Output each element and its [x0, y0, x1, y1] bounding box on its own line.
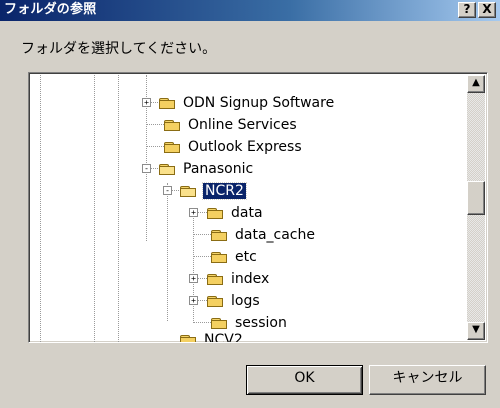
tree-item-session[interactable]: session: [235, 315, 287, 331]
tree-item-ncr2[interactable]: NCR2: [202, 182, 247, 200]
scroll-up-button[interactable]: ▲: [467, 75, 485, 93]
folder-icon: [207, 272, 225, 285]
tree-item-data-cache[interactable]: data_cache: [235, 227, 315, 243]
cancel-button[interactable]: キャンセル: [369, 365, 486, 395]
tree-item-ncv2[interactable]: NCV2: [204, 332, 243, 342]
tree-connector: [193, 322, 211, 323]
instruction-text: フォルダを選択してください。: [21, 41, 217, 57]
tree-item-index[interactable]: index: [231, 271, 269, 287]
scroll-thumb[interactable]: [467, 181, 485, 215]
folder-tree-content: + ODN Signup Software Online Services Ou…: [31, 75, 467, 342]
collapse-button[interactable]: -: [163, 186, 172, 195]
folder-icon: [164, 118, 182, 131]
ok-button[interactable]: OK: [246, 365, 363, 395]
tree-item-data[interactable]: data: [231, 205, 263, 221]
expand-button[interactable]: +: [142, 98, 151, 107]
vertical-scrollbar[interactable]: ▲ ▼: [467, 75, 485, 340]
folder-browser-dialog: フォルダの参照 ? X フォルダを選択してください。 + ODN Signup …: [0, 0, 500, 408]
folder-icon: [207, 206, 225, 219]
window-title: フォルダの参照: [4, 2, 97, 17]
help-button[interactable]: ?: [458, 2, 476, 18]
expand-button[interactable]: +: [189, 208, 198, 217]
tree-guide-line: [94, 75, 95, 342]
folder-icon: [164, 140, 182, 153]
tree-guide-line: [167, 183, 168, 321]
tree-connector: [146, 146, 164, 147]
tree-item-logs[interactable]: logs: [231, 293, 260, 309]
title-bar[interactable]: フォルダの参照 ? X: [0, 0, 500, 21]
folder-icon: [159, 96, 177, 109]
folder-icon: [207, 294, 225, 307]
tree-item-panasonic[interactable]: Panasonic: [183, 161, 253, 177]
tree-item-etc[interactable]: etc: [235, 249, 257, 265]
tree-connector: [193, 234, 211, 235]
folder-icon: [211, 250, 229, 263]
tree-connector: [193, 256, 211, 257]
tree-item-outlook-express[interactable]: Outlook Express: [188, 139, 302, 155]
expand-button[interactable]: +: [189, 274, 198, 283]
scroll-down-button[interactable]: ▼: [467, 322, 485, 340]
collapse-button[interactable]: -: [142, 164, 151, 173]
folder-open-icon: [159, 162, 177, 175]
close-button[interactable]: X: [478, 2, 496, 18]
folder-open-icon: [180, 184, 198, 197]
tree-guide-line: [118, 75, 119, 342]
folder-icon: [180, 333, 198, 342]
folder-icon: [211, 316, 229, 329]
expand-button[interactable]: +: [189, 296, 198, 305]
tree-guide-line: [40, 75, 41, 342]
tree-connector: [146, 124, 164, 125]
folder-icon: [211, 228, 229, 241]
tree-item-odn-signup-software[interactable]: ODN Signup Software: [183, 95, 334, 111]
tree-item-online-services[interactable]: Online Services: [188, 117, 297, 133]
folder-tree[interactable]: + ODN Signup Software Online Services Ou…: [28, 72, 488, 343]
